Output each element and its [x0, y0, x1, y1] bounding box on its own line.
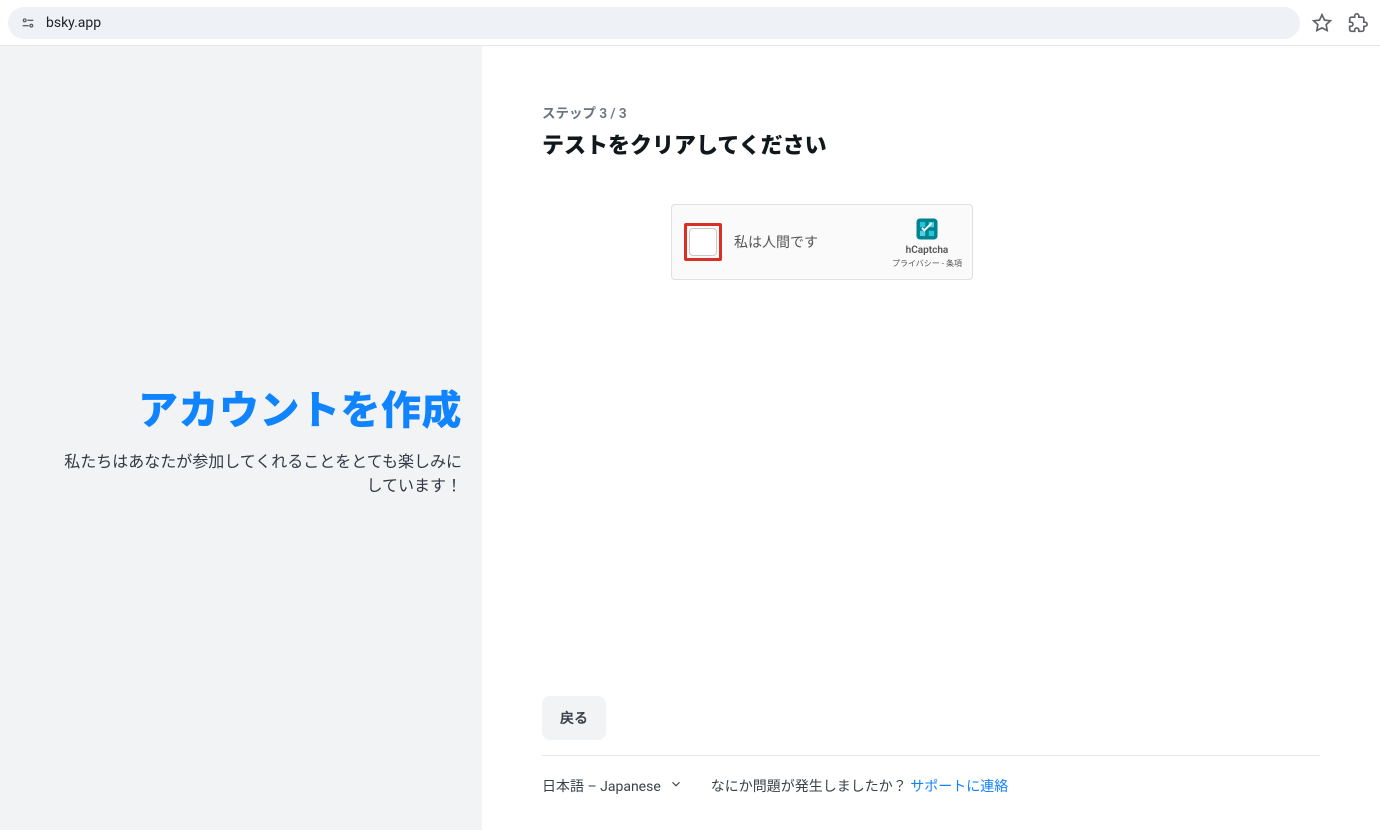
- page-headline: テストをクリアしてください: [542, 128, 1380, 160]
- captcha-brand: hCaptcha プライバシー - 条項: [892, 215, 962, 269]
- captcha-container: 私は人間です hCaptcha プライバシー - 条項: [542, 204, 1102, 280]
- language-selector[interactable]: 日本語 – Japanese: [542, 776, 683, 796]
- captcha-label: 私は人間です: [734, 232, 880, 252]
- extensions-icon[interactable]: [1344, 9, 1372, 37]
- left-pane: アカウントを作成 私たちはあなたが参加してくれることをとても楽しみにしています！: [0, 46, 482, 830]
- contact-support-link[interactable]: サポートに連絡: [910, 779, 1008, 795]
- url-bar[interactable]: bsky.app: [8, 7, 1300, 39]
- captcha-highlight: [684, 223, 722, 261]
- hcaptcha-widget: 私は人間です hCaptcha プライバシー - 条項: [671, 204, 973, 280]
- left-title: アカウントを作成: [138, 378, 462, 436]
- hcaptcha-brand-name: hCaptcha: [906, 245, 949, 256]
- app-container: アカウントを作成 私たちはあなたが参加してくれることをとても楽しみにしています！…: [0, 46, 1380, 830]
- back-button[interactable]: 戻る: [542, 696, 606, 740]
- left-subtitle: 私たちはあなたが参加してくれることをとても楽しみにしています！: [62, 450, 462, 498]
- problem-text: なにか問題が発生しましたか？: [711, 779, 907, 795]
- step-label: ステップ 3 / 3: [542, 102, 1380, 122]
- footer-problem-group: なにか問題が発生しましたか？ サポートに連絡: [711, 776, 1008, 796]
- site-settings-icon[interactable]: [20, 15, 36, 31]
- footer: 日本語 – Japanese なにか問題が発生しましたか？ サポートに連絡: [542, 755, 1320, 796]
- captcha-checkbox[interactable]: [689, 228, 717, 256]
- hcaptcha-links[interactable]: プライバシー - 条項: [892, 258, 962, 269]
- url-text: bsky.app: [46, 15, 101, 31]
- language-label: 日本語 – Japanese: [542, 776, 661, 796]
- chevron-down-icon: [669, 777, 683, 795]
- bookmark-star-icon[interactable]: [1308, 9, 1336, 37]
- hcaptcha-logo-icon: [913, 215, 941, 243]
- browser-chrome-bar: bsky.app: [0, 0, 1380, 46]
- back-row: 戻る: [542, 696, 606, 740]
- right-pane: ステップ 3 / 3 テストをクリアしてください 私は人間です: [482, 46, 1380, 830]
